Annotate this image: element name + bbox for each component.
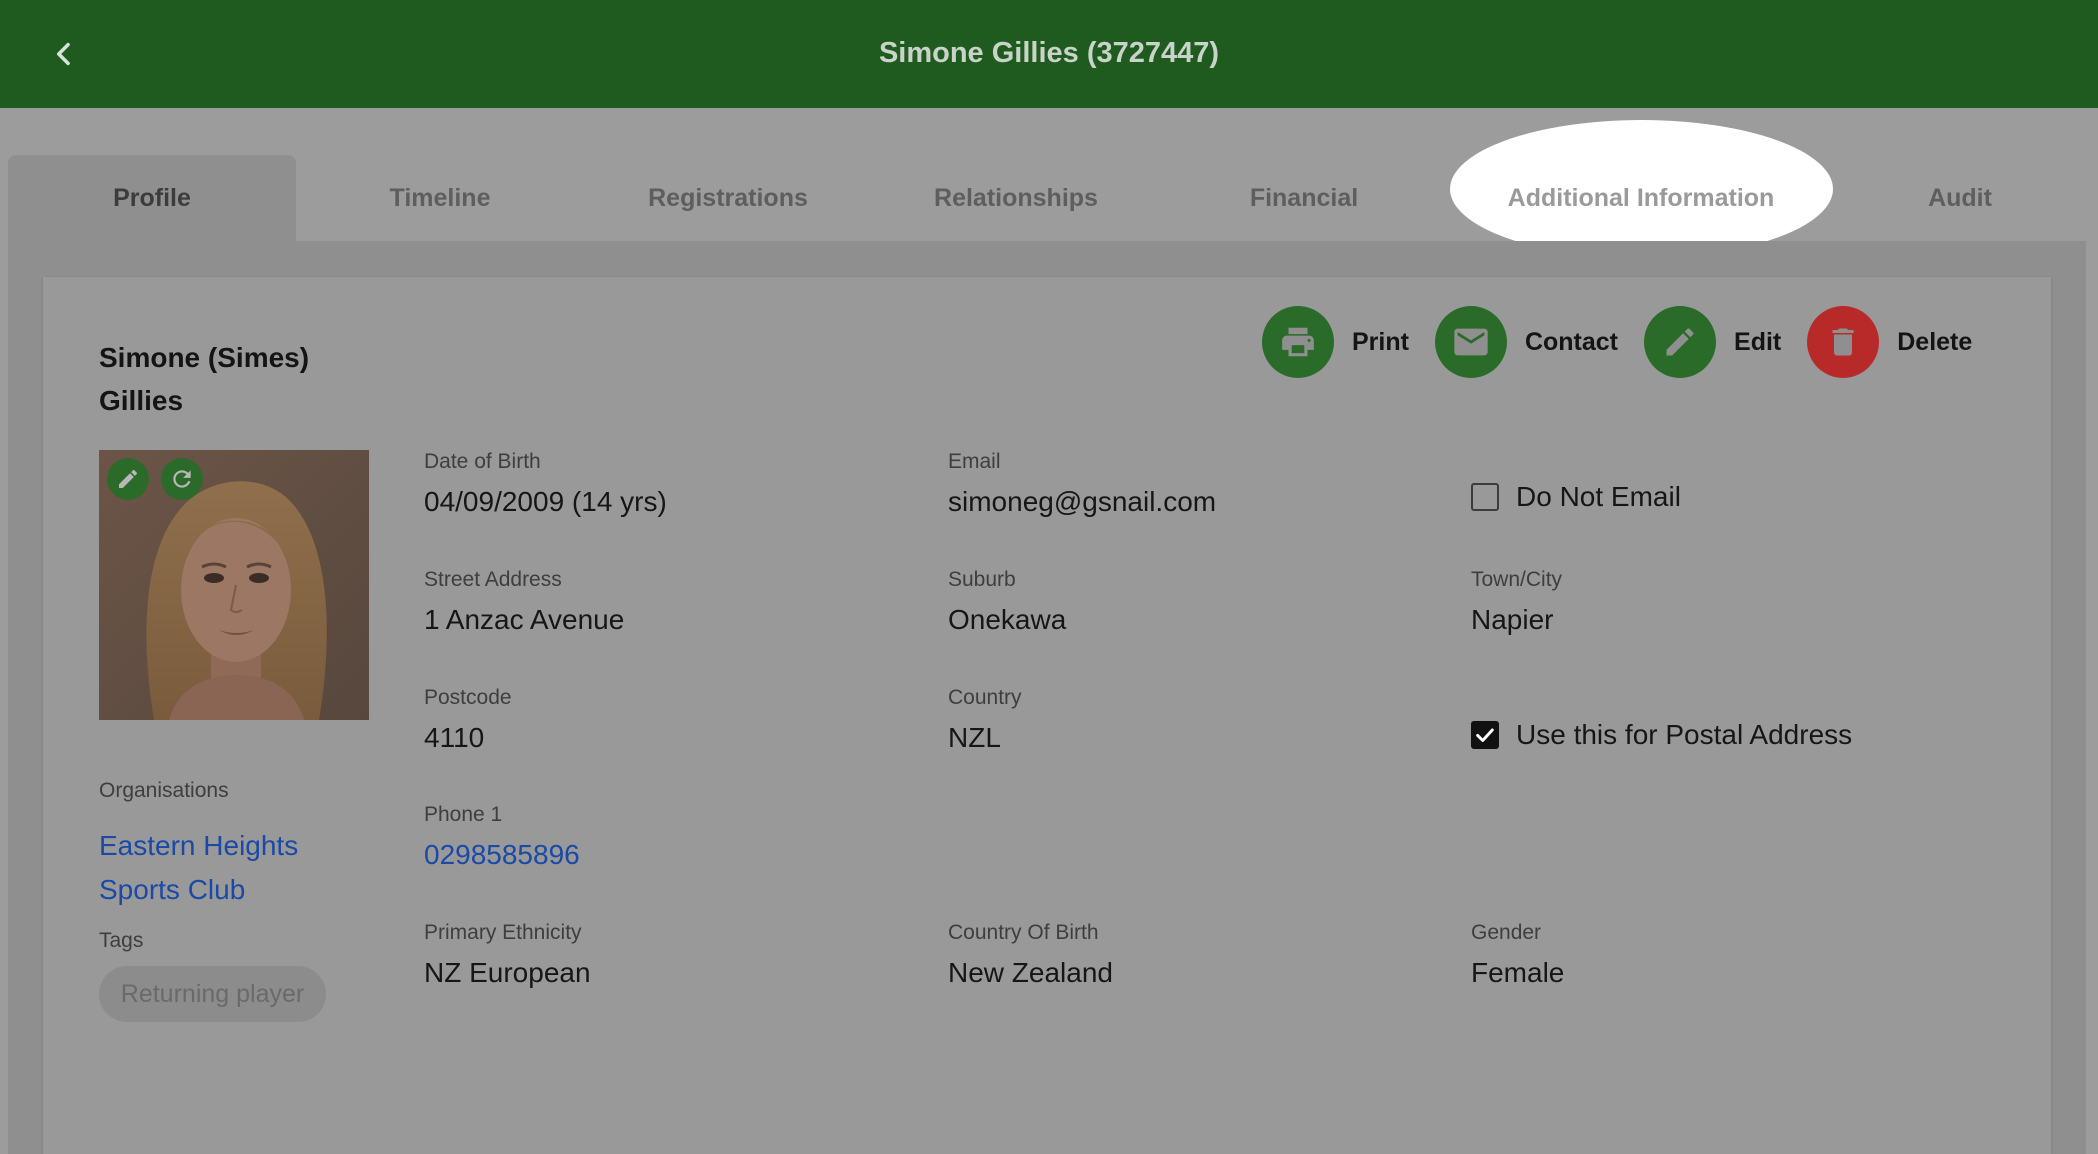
town-city-value: Napier	[1471, 604, 1554, 635]
postcode-value: 4110	[424, 722, 485, 753]
delete-button[interactable]: Delete	[1807, 306, 1972, 378]
checkbox-box	[1471, 483, 1499, 511]
email-label: Email	[948, 450, 1001, 473]
gender-label: Gender	[1471, 921, 1542, 944]
do-not-email-checkbox[interactable]: Do Not Email	[1471, 481, 1681, 513]
print-button[interactable]: Print	[1262, 306, 1409, 378]
primary-ethnicity-value: NZ European	[424, 957, 591, 988]
country-label: Country	[948, 686, 1022, 709]
pencil-icon	[119, 469, 138, 488]
town-city-label: Town/City	[1471, 568, 1563, 591]
check-icon	[1476, 728, 1494, 742]
phone1-link[interactable]: 0298585896	[424, 839, 580, 871]
organisation-link-line2: Sports Club	[99, 874, 246, 905]
street-address-value: 1 Anzac Avenue	[424, 604, 625, 635]
top-app-bar: Simone Gillies (3727447)	[0, 0, 2098, 108]
suburb-label: Suburb	[948, 568, 1016, 591]
postcode-label: Postcode	[424, 686, 512, 709]
photo-edit-button[interactable]	[107, 458, 149, 500]
tag-chip[interactable]: Returning player	[99, 966, 326, 1022]
edit-button[interactable]: Edit	[1644, 306, 1781, 378]
tags-label: Tags	[99, 929, 144, 952]
tab-profile[interactable]: Profile	[8, 155, 296, 241]
country-value: NZL	[948, 722, 1001, 753]
action-bar: Print Contact Edit Delete	[1262, 306, 1972, 378]
suburb-value: Onekawa	[948, 604, 1067, 635]
organisation-link[interactable]: Eastern Heights Sports Club	[99, 824, 339, 912]
organisation-link-line1: Eastern Heights	[99, 830, 299, 861]
gender-value: Female	[1471, 957, 1565, 988]
trash-icon	[1832, 328, 1854, 356]
printer-icon	[1282, 327, 1314, 357]
tab-timeline[interactable]: Timeline	[296, 155, 584, 241]
street-address-label: Street Address	[424, 568, 562, 591]
photo-rotate-button[interactable]	[161, 458, 203, 500]
email-value: simoneg@gsnail.com	[948, 486, 1217, 517]
contact-label: Contact	[1524, 327, 1619, 356]
country-of-birth-value: New Zealand	[948, 957, 1113, 988]
contact-button[interactable]: Contact	[1434, 306, 1619, 378]
postal-address-label: Use this for Postal Address	[1516, 719, 1853, 750]
dob-value: 04/09/2009 (14 yrs)	[424, 486, 667, 517]
page-title: Simone Gillies (3727447)	[878, 36, 1220, 69]
tab-audit[interactable]: Audit	[1834, 155, 2086, 241]
member-name-line2: Gillies	[99, 385, 184, 416]
tab-registrations[interactable]: Registrations	[584, 155, 872, 241]
envelope-icon	[1454, 328, 1488, 356]
tab-bar: Profile Timeline Registrations Relations…	[8, 120, 2086, 258]
member-photo	[99, 450, 369, 720]
postal-address-checkbox[interactable]: Use this for Postal Address	[1471, 719, 1852, 751]
dob-label: Date of Birth	[424, 450, 541, 473]
country-of-birth-label: Country Of Birth	[948, 921, 1099, 944]
member-name: Simone (Simes) Gillies	[99, 336, 359, 422]
phone1-label: Phone 1	[424, 803, 503, 826]
print-label: Print	[1352, 327, 1409, 356]
member-name-line1: Simone (Simes)	[99, 342, 310, 373]
tab-additional-information[interactable]: Additional Information	[1448, 120, 1834, 258]
delete-label: Delete	[1897, 327, 1973, 356]
rotate-icon	[173, 470, 191, 488]
primary-ethnicity-label: Primary Ethnicity	[424, 921, 582, 944]
organisations-label: Organisations	[99, 779, 229, 802]
pencil-icon	[1666, 328, 1694, 356]
checkbox-box	[1471, 721, 1499, 749]
tab-financial[interactable]: Financial	[1160, 155, 1448, 241]
tab-relationships[interactable]: Relationships	[872, 155, 1160, 241]
do-not-email-label: Do Not Email	[1516, 481, 1681, 512]
edit-label: Edit	[1734, 327, 1782, 356]
